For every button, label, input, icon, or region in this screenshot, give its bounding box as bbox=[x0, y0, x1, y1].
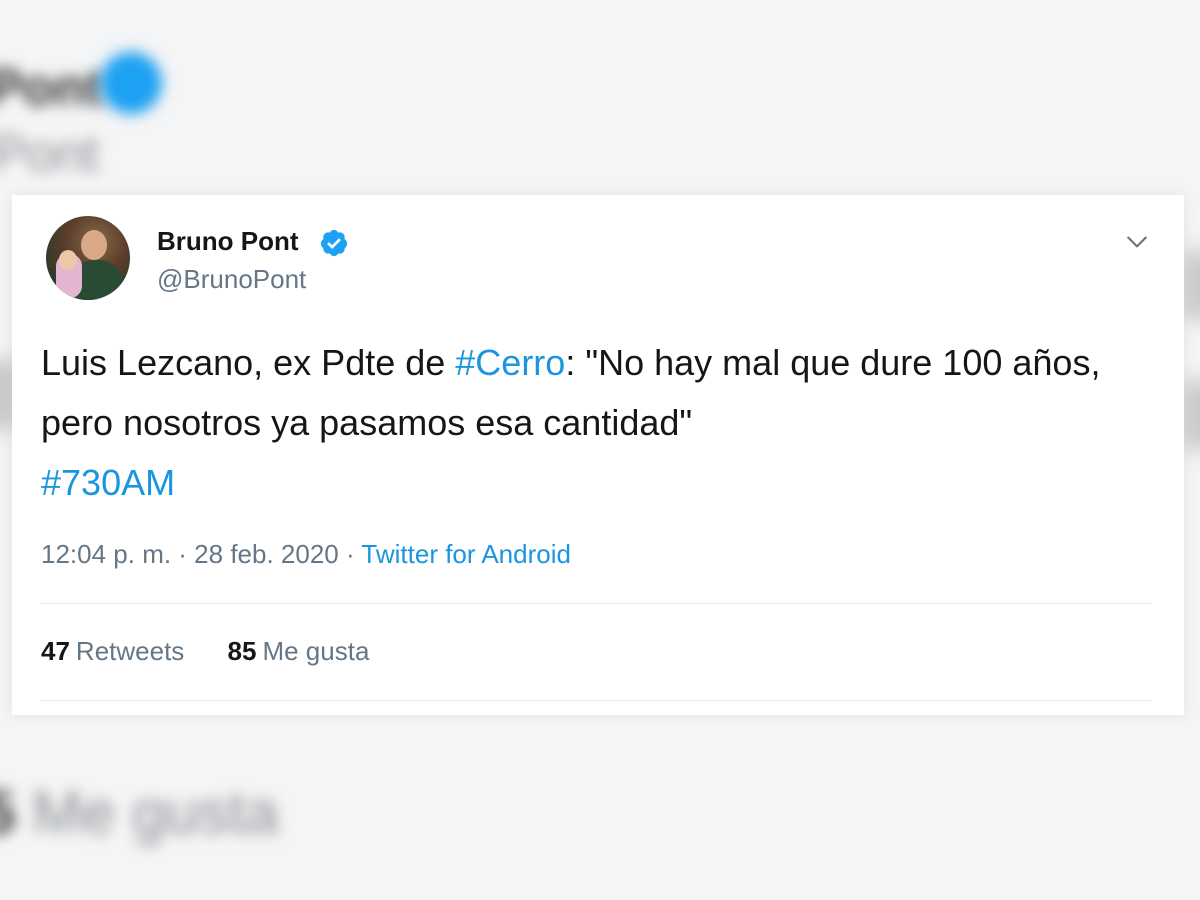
retweets-count: 47 bbox=[41, 636, 70, 666]
divider-bottom bbox=[41, 700, 1151, 701]
tweet-timestamp[interactable]: 12:04 p. m. · 28 feb. 2020 bbox=[41, 539, 339, 569]
background-handle: Pont bbox=[0, 125, 99, 183]
avatar-child-head bbox=[59, 250, 77, 270]
retweets-stat[interactable]: 47 Retweets bbox=[41, 636, 184, 667]
tweet-card: Bruno Pont @BrunoPont Luis Lezcano, ex P… bbox=[12, 195, 1184, 715]
avatar-head bbox=[81, 230, 107, 260]
background-blob-right bbox=[1182, 250, 1200, 320]
retweets-label: Retweets bbox=[75, 636, 185, 666]
tweet-meta: 12:04 p. m. · 28 feb. 2020 · Twitter for… bbox=[41, 539, 571, 570]
background-verified-icon bbox=[100, 52, 162, 114]
likes-count: 85 bbox=[227, 636, 257, 666]
likes-stat[interactable]: 85 Me gusta bbox=[228, 636, 370, 667]
user-handle[interactable]: @BrunoPont bbox=[157, 264, 306, 295]
background-display-name: Pont bbox=[0, 59, 104, 117]
meta-separator: · bbox=[338, 539, 362, 569]
background-blob-right-lower bbox=[1182, 380, 1200, 450]
avatar[interactable] bbox=[46, 216, 130, 300]
tweet-text-part1: Luis Lezcano, ex Pdte de bbox=[41, 342, 456, 383]
hashtag-cerro-link[interactable]: #Cerro bbox=[455, 342, 565, 383]
tweet-text: Luis Lezcano, ex Pdte de #Cerro: "No hay… bbox=[41, 333, 1151, 513]
tweet-stats: 47 Retweets 85 Me gusta bbox=[41, 636, 405, 667]
background-likes-count: 5 bbox=[0, 779, 15, 846]
display-name[interactable]: Bruno Pont bbox=[157, 226, 299, 257]
background-likes: 5 Me gusta bbox=[0, 778, 279, 847]
likes-label: Me gusta bbox=[262, 636, 370, 666]
background-likes-label: Me gusta bbox=[32, 779, 279, 846]
divider-top bbox=[41, 603, 1151, 604]
hashtag-730am-link[interactable]: #730AM bbox=[41, 462, 175, 503]
verified-badge-icon bbox=[320, 229, 348, 257]
chevron-down-icon[interactable] bbox=[1124, 229, 1150, 255]
tweet-source-link[interactable]: Twitter for Android bbox=[361, 539, 571, 569]
